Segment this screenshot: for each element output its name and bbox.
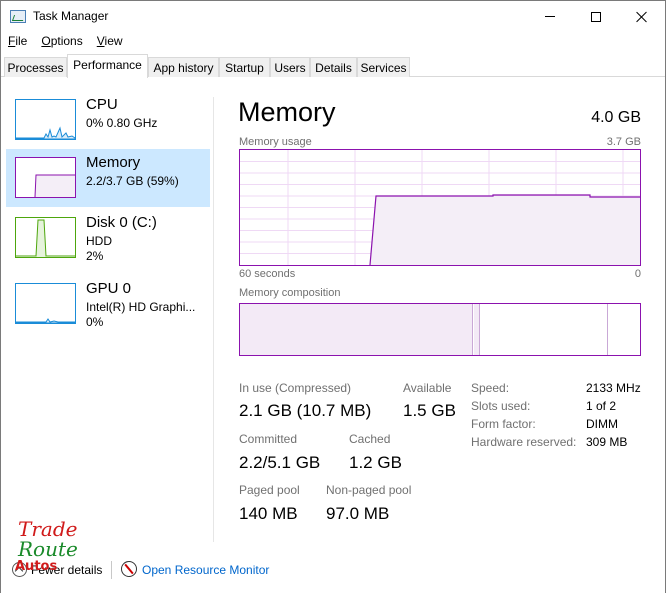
non-paged-pool-label: Non-paged pool	[326, 483, 412, 497]
cpu-thumbnail-line	[16, 126, 75, 139]
resource-item-gpu[interactable]: GPU 0 Intel(R) HD Graphi... 0%	[6, 275, 210, 333]
hardware-reserved-value: 309 MB	[586, 435, 628, 449]
form-factor-value: DIMM	[586, 417, 618, 431]
tab-users[interactable]: Users	[270, 57, 310, 77]
speed-label: Speed:	[471, 381, 510, 395]
cpu-usage-value: 0% 0.80 GHz	[86, 116, 158, 130]
window-title: Task Manager	[33, 9, 109, 23]
tab-services[interactable]: Services	[357, 57, 410, 77]
disk-label: Disk 0 (C:)	[86, 214, 157, 231]
memory-usage-plot	[240, 150, 640, 265]
available-label: Available	[403, 381, 452, 395]
cpu-label: CPU	[86, 96, 118, 113]
menu-file[interactable]: File	[1, 32, 34, 52]
title-bar: Task Manager	[1, 1, 665, 32]
gpu-thumbnail-graph	[15, 283, 76, 324]
composition-standby	[481, 304, 608, 355]
close-button[interactable]	[619, 1, 665, 32]
logo-line-route: Route	[18, 537, 78, 561]
minimize-button[interactable]	[527, 1, 573, 32]
disk-thumbnail-line	[16, 219, 75, 257]
tab-details[interactable]: Details	[310, 57, 357, 77]
cached-value: 1.2 GB	[349, 453, 402, 472]
disk-usage-value: 2%	[86, 249, 104, 263]
tab-processes[interactable]: Processes	[4, 57, 67, 77]
trade-route-autos-logo: Trade Route Autos	[15, 517, 95, 579]
task-manager-app-icon	[10, 10, 26, 23]
cached-label: Cached	[349, 432, 391, 446]
memory-composition-label: Memory composition	[239, 287, 341, 299]
memory-heading: Memory	[238, 97, 336, 127]
resource-item-memory[interactable]: Memory 2.2/3.7 GB (59%)	[6, 149, 210, 207]
memory-label: Memory	[86, 154, 141, 171]
composition-in-use	[240, 304, 473, 355]
resource-item-disk[interactable]: Disk 0 (C:) HDD 2%	[6, 209, 210, 267]
panel-divider[interactable]	[213, 97, 214, 542]
footer-separator	[111, 561, 112, 579]
slots-used-value: 1 of 2	[586, 399, 617, 413]
menu-options[interactable]: Options	[34, 32, 89, 52]
maximize-icon	[591, 11, 601, 22]
committed-label: Committed	[239, 432, 298, 446]
memory-usage-value: 2.2/3.7 GB (59%)	[86, 174, 179, 188]
memory-composition-bar	[239, 303, 641, 356]
tab-startup[interactable]: Startup	[219, 57, 270, 77]
resource-item-cpu[interactable]: CPU 0% 0.80 GHz	[6, 91, 210, 149]
resource-monitor-icon[interactable]	[121, 561, 137, 577]
footer-bar: Fewer details Open Resource Monitor	[1, 553, 665, 593]
in-use-value: 2.1 GB (10.7 MB)	[239, 401, 372, 420]
memory-thumbnail-graph	[15, 157, 76, 198]
slots-used-label: Slots used:	[471, 399, 531, 413]
graph-time-right: 0	[634, 268, 641, 280]
logo-line-autos: Autos	[15, 559, 58, 574]
open-resource-monitor-link[interactable]: Open Resource Monitor	[142, 563, 269, 577]
form-factor-label: Form factor:	[471, 417, 536, 431]
resource-list: CPU 0% 0.80 GHz Memory 2.2/3.7 GB (59%)	[1, 77, 213, 547]
disk-type: HDD	[86, 234, 112, 248]
gpu-label: GPU 0	[86, 280, 132, 297]
graph-time-left: 60 seconds	[239, 268, 296, 280]
in-use-label: In use (Compressed)	[239, 381, 352, 395]
minimize-icon	[545, 16, 555, 17]
maximize-button[interactable]	[573, 1, 619, 32]
task-manager-window: Task Manager File Options View Processes…	[0, 0, 666, 593]
available-value: 1.5 GB	[403, 401, 456, 420]
memory-usage-graph	[239, 149, 641, 266]
tab-app-history[interactable]: App history	[148, 57, 219, 77]
tab-performance[interactable]: Performance	[67, 54, 148, 78]
paged-pool-label: Paged pool	[239, 483, 300, 497]
gpu-model: Intel(R) HD Graphi...	[86, 300, 196, 314]
paged-pool-value: 140 MB	[239, 504, 298, 523]
composition-modified	[474, 304, 480, 355]
committed-value: 2.2/5.1 GB	[239, 453, 321, 472]
gpu-usage-value: 0%	[86, 315, 104, 329]
performance-content: CPU 0% 0.80 GHz Memory 2.2/3.7 GB (59%)	[1, 77, 665, 593]
gpu-thumbnail-line	[16, 318, 75, 323]
cpu-thumbnail-graph	[15, 99, 76, 140]
memory-usage-label: Memory usage	[239, 136, 312, 148]
non-paged-pool-value: 97.0 MB	[326, 504, 390, 523]
hardware-reserved-label: Hardware reserved:	[471, 435, 577, 449]
close-icon	[636, 11, 648, 23]
disk-thumbnail-graph	[15, 217, 76, 258]
memory-thumbnail-line	[34, 174, 75, 197]
speed-value: 2133 MHz	[586, 381, 641, 395]
composition-free	[609, 304, 640, 355]
tab-strip: Processes Performance App history Startu…	[1, 54, 665, 78]
memory-total: 4.0 GB	[591, 109, 641, 126]
menu-view[interactable]: View	[90, 32, 130, 52]
menu-bar: File Options View	[1, 32, 665, 52]
memory-usage-max: 3.7 GB	[606, 136, 641, 148]
